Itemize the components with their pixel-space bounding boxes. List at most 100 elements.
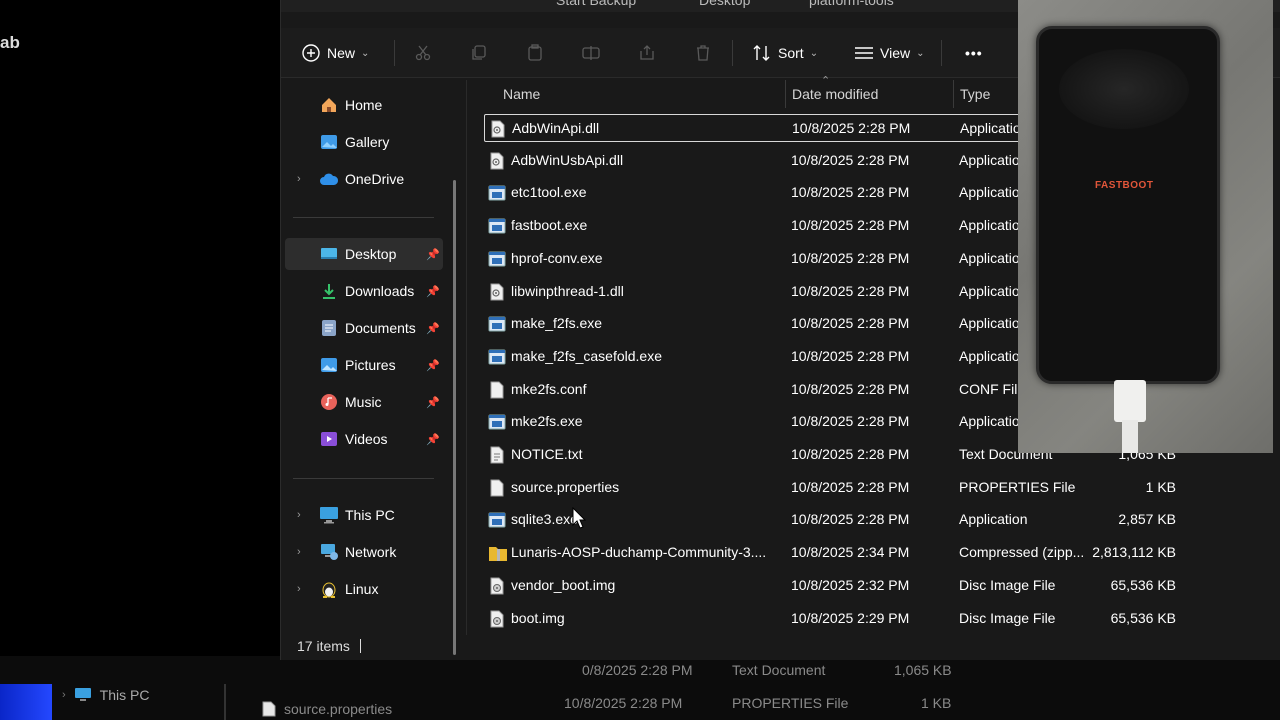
file-date-modified: 10/8/2025 2:28 PM bbox=[791, 151, 910, 168]
exe-icon bbox=[488, 217, 506, 235]
share-icon bbox=[640, 45, 654, 60]
toolbar-divider bbox=[394, 40, 395, 66]
file-name: AdbWinUsbApi.dll bbox=[511, 151, 624, 168]
home-icon bbox=[319, 95, 339, 115]
monitor-icon bbox=[74, 688, 91, 701]
file-type: Applicatio bbox=[959, 413, 1020, 430]
pin-icon[interactable]: 📌 bbox=[426, 285, 440, 298]
file-type: Applicatio bbox=[959, 217, 1020, 234]
rename-icon bbox=[582, 46, 600, 60]
share-button[interactable] bbox=[638, 40, 656, 66]
file-row[interactable]: source.properties 10/8/2025 2:28 PM PROPER… bbox=[484, 474, 1204, 502]
scissors-icon bbox=[415, 45, 431, 61]
doc-icon bbox=[488, 381, 506, 399]
column-header-date-modified[interactable]: Date modified bbox=[792, 86, 878, 102]
copy-button[interactable] bbox=[470, 40, 488, 66]
delete-button[interactable] bbox=[694, 40, 712, 66]
pin-icon[interactable]: 📌 bbox=[426, 433, 440, 446]
download-icon bbox=[319, 281, 339, 301]
usb-cable bbox=[1122, 420, 1138, 453]
file-date-modified: 10/8/2025 2:28 PM bbox=[791, 380, 910, 397]
sidebar-item-pictures[interactable]: Pictures 📌 bbox=[285, 349, 443, 381]
sidebar-item-label: Network bbox=[345, 544, 397, 560]
background-window-text: ab bbox=[0, 33, 20, 52]
file-row[interactable]: vendor_boot.img 10/8/2025 2:32 PM Disc Ima… bbox=[484, 572, 1204, 600]
chevron-down-icon: ⌄ bbox=[361, 47, 370, 59]
view-button[interactable]: View ⌄ bbox=[854, 40, 924, 66]
breadcrumb-start-backup[interactable]: Start Backup bbox=[556, 0, 636, 8]
file-size: 2,813,112 KB bbox=[1092, 544, 1176, 561]
file-date-modified: 10/8/2025 2:28 PM bbox=[791, 184, 910, 201]
breadcrumb-platform-tools[interactable]: platform-tools bbox=[809, 0, 894, 8]
sidebar-item-downloads[interactable]: Downloads 📌 bbox=[285, 275, 443, 307]
plus-circle-icon bbox=[302, 44, 320, 62]
file-row[interactable]: boot.img 10/8/2025 2:29 PM Disc Image File… bbox=[484, 605, 1204, 633]
file-date-modified: 10/8/2025 2:28 PM bbox=[791, 249, 910, 266]
file-size: 1 KB bbox=[1145, 478, 1176, 495]
sidebar-item-gallery[interactable]: Gallery bbox=[285, 126, 443, 158]
file-size: 2,857 KB bbox=[1118, 511, 1176, 528]
column-header-name[interactable]: Name bbox=[503, 86, 540, 102]
sidebar-item-home[interactable]: Home bbox=[285, 89, 443, 121]
sidebar-item-network[interactable]: › Network bbox=[285, 536, 443, 568]
sidebar-item-label: Gallery bbox=[345, 134, 390, 150]
sidebar-item-label: This PC bbox=[345, 507, 395, 523]
sidebar-item-this-pc[interactable]: › This PC bbox=[285, 499, 443, 531]
more-options-button[interactable]: ••• bbox=[965, 40, 983, 66]
background-row-size: 1,065 KB bbox=[894, 662, 952, 678]
sidebar-item-desktop[interactable]: Desktop 📌 bbox=[285, 238, 443, 270]
fastboot-text: FASTBOOT bbox=[1095, 180, 1154, 191]
pin-icon[interactable]: 📌 bbox=[426, 359, 440, 372]
sidebar-item-linux[interactable]: › Linux bbox=[285, 573, 443, 605]
pin-icon[interactable]: 📌 bbox=[426, 322, 440, 335]
file-name: NOTICE.txt bbox=[511, 446, 583, 462]
breadcrumb-desktop[interactable]: Desktop bbox=[699, 0, 750, 8]
file-date-modified: 10/8/2025 2:28 PM bbox=[791, 282, 910, 299]
file-date-modified: 10/8/2025 2:28 PM bbox=[791, 511, 910, 528]
phone: FASTBOOT bbox=[1036, 26, 1220, 384]
gallery-icon bbox=[319, 132, 339, 152]
chevron-right-icon[interactable]: › bbox=[297, 546, 301, 558]
view-list-icon bbox=[855, 47, 873, 59]
file-date-modified: 10/8/2025 2:34 PM bbox=[791, 544, 910, 561]
sidebar-item-documents[interactable]: Documents 📌 bbox=[285, 312, 443, 344]
file-row[interactable]: sqlite3.exe 10/8/2025 2:28 PM Application 2… bbox=[484, 506, 1204, 534]
toolbar-divider bbox=[732, 40, 733, 66]
file-type: Disc Image File bbox=[959, 609, 1056, 626]
file-size: 65,536 KB bbox=[1110, 609, 1176, 626]
file-name: libwinpthread-1.dll bbox=[511, 282, 624, 299]
file-name: hprof-conv.exe bbox=[511, 249, 603, 266]
pin-icon[interactable]: 📌 bbox=[426, 248, 440, 261]
sidebar-item-label: Desktop bbox=[345, 246, 397, 262]
paste-button[interactable] bbox=[526, 40, 544, 66]
file-size: 65,536 KB bbox=[1110, 576, 1176, 593]
file-name: mke2fs.conf bbox=[511, 380, 587, 397]
chevron-right-icon[interactable]: › bbox=[297, 173, 301, 185]
file-row[interactable]: Lunaris-AOSP-duchamp-Community-3.... 10/8… bbox=[484, 539, 1204, 567]
file-name: mke2fs.exe bbox=[511, 413, 583, 430]
phone-screen-reflection bbox=[1059, 49, 1189, 129]
pin-icon[interactable]: 📌 bbox=[426, 396, 440, 409]
exe-icon bbox=[488, 250, 506, 268]
chevron-right-icon[interactable]: › bbox=[297, 509, 301, 521]
doc-icon bbox=[488, 479, 506, 497]
dll-icon bbox=[489, 120, 507, 138]
column-header-type[interactable]: Type bbox=[960, 86, 990, 102]
sidebar-scrollbar[interactable] bbox=[453, 180, 456, 655]
column-divider[interactable] bbox=[953, 80, 954, 108]
sort-button[interactable]: Sort ⌄ bbox=[752, 40, 818, 66]
sidebar-item-onedrive[interactable]: › OneDrive bbox=[285, 163, 443, 195]
new-button[interactable]: New ⌄ bbox=[301, 40, 369, 66]
music-icon bbox=[319, 392, 339, 412]
toolbar-divider bbox=[941, 40, 942, 66]
cut-button[interactable] bbox=[414, 40, 432, 66]
column-divider[interactable] bbox=[785, 80, 786, 108]
trash-icon bbox=[697, 45, 709, 61]
sidebar-item-videos[interactable]: Videos 📌 bbox=[285, 423, 443, 455]
disc-image-icon bbox=[488, 610, 506, 628]
file-name: Lunaris-AOSP-duchamp-Community-3.... bbox=[511, 544, 767, 561]
rename-button[interactable] bbox=[582, 40, 600, 66]
file-icon bbox=[262, 701, 276, 717]
chevron-right-icon[interactable]: › bbox=[297, 583, 301, 595]
sidebar-item-music[interactable]: Music 📌 bbox=[285, 386, 443, 418]
